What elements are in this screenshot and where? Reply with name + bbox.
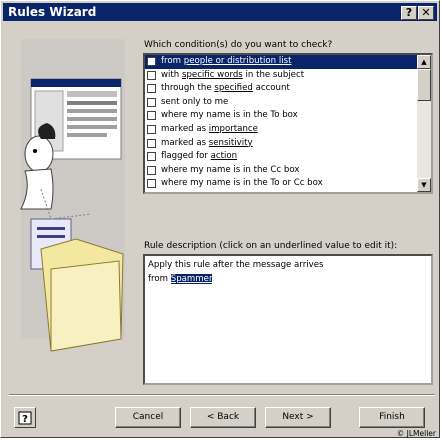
title-bar[interactable]: Rules Wizard ? ✕	[3, 3, 437, 21]
condition-text: sent only to me	[161, 96, 229, 107]
condition-item[interactable]: through the specified account	[145, 82, 431, 96]
description-label: Rule description (click on an underlined…	[144, 241, 398, 251]
conditions-label: Which condition(s) do you want to check?	[144, 40, 333, 50]
wizard-illustration	[20, 39, 125, 352]
condition-checkbox[interactable]	[147, 138, 156, 148]
condition-checkbox[interactable]	[147, 193, 156, 194]
condition-text: where my name is in the To box	[161, 110, 298, 121]
description-line-1: Apply this rule after the message arrive…	[148, 260, 324, 270]
condition-checkbox[interactable]	[147, 84, 156, 94]
condition-link[interactable]: specified	[214, 83, 253, 93]
rule-description-box: Apply this rule after the message arrive…	[143, 254, 433, 385]
description-line-2-text: from	[148, 274, 171, 284]
description-line-2: from Spammer	[148, 272, 428, 286]
condition-item[interactable]: where my name is in the To box	[145, 109, 431, 123]
copyright-text: © JLMeller	[396, 429, 436, 438]
condition-text: marked as	[161, 123, 209, 134]
condition-checkbox[interactable]	[147, 97, 156, 107]
svg-text:?: ?	[22, 414, 28, 425]
arrow-up-icon: ▲	[421, 58, 427, 66]
condition-item[interactable]: sent only to me	[145, 96, 431, 110]
condition-checkbox[interactable]	[147, 70, 156, 80]
condition-checkbox-checked[interactable]: ✓	[147, 57, 156, 66]
footer-separator	[9, 394, 435, 396]
condition-link[interactable]: sensitivity	[209, 138, 253, 148]
back-button[interactable]: < Back	[190, 407, 256, 428]
condition-item[interactable]: where my name is not in the To box	[145, 191, 431, 194]
condition-text: with	[161, 69, 182, 80]
condition-checkbox[interactable]	[147, 165, 156, 175]
condition-text: flagged for	[161, 151, 211, 162]
arrow-down-icon: ▼	[421, 181, 427, 189]
condition-checkbox[interactable]	[147, 179, 156, 189]
finish-button[interactable]: Finish	[359, 407, 425, 428]
condition-checkbox[interactable]	[147, 124, 156, 134]
help-icon: ?	[18, 411, 32, 425]
condition-item[interactable]: flagged for action	[145, 150, 431, 164]
condition-link[interactable]: importance	[209, 124, 258, 134]
condition-link[interactable]: people or distribution list	[184, 56, 292, 66]
condition-item[interactable]: marked as sensitivity	[145, 137, 431, 151]
help-title-button[interactable]: ?	[401, 6, 417, 20]
condition-item[interactable]: where my name is in the To or Cc box	[145, 177, 431, 191]
help-button[interactable]: ?	[14, 407, 36, 428]
condition-checkbox[interactable]	[147, 111, 156, 121]
sender-value-link[interactable]: Spammer	[170, 274, 213, 284]
condition-item[interactable]: where my name is in the Cc box	[145, 164, 431, 178]
condition-link[interactable]: action	[211, 151, 237, 161]
rules-wizard-window: Rules Wizard ? ✕ Which condition(s) do y…	[0, 0, 440, 438]
scroll-up-button[interactable]: ▲	[417, 55, 431, 69]
condition-text: marked as	[161, 137, 209, 148]
condition-text-suffix: account	[252, 83, 290, 94]
condition-text: through the	[161, 83, 215, 94]
next-button[interactable]: Next >	[265, 407, 331, 428]
condition-item[interactable]: with specific words in the subject	[145, 69, 431, 83]
close-icon: ✕	[421, 6, 431, 19]
window-title: Rules Wizard	[8, 5, 97, 19]
condition-text-suffix: in the subject	[242, 69, 305, 80]
conditions-scrollbar[interactable]: ▲ ▼	[417, 55, 431, 192]
condition-text: from	[161, 56, 184, 66]
close-button[interactable]: ✕	[418, 6, 434, 20]
condition-checkbox[interactable]	[147, 152, 156, 162]
condition-text: where my name is in the To or Cc box	[161, 178, 323, 189]
condition-item[interactable]: marked as importance	[145, 123, 431, 137]
condition-link[interactable]: specific words	[182, 70, 243, 80]
condition-item[interactable]: ✓ from people or distribution list	[145, 55, 417, 69]
scroll-thumb[interactable]	[417, 69, 431, 101]
condition-text: where my name is not in the To box	[161, 192, 315, 193]
conditions-list[interactable]: ✓ from people or distribution list with sp…	[143, 53, 433, 194]
condition-text: where my name is in the Cc box	[161, 164, 300, 175]
cancel-button[interactable]: Cancel	[115, 407, 181, 428]
scroll-down-button[interactable]: ▼	[417, 178, 431, 192]
